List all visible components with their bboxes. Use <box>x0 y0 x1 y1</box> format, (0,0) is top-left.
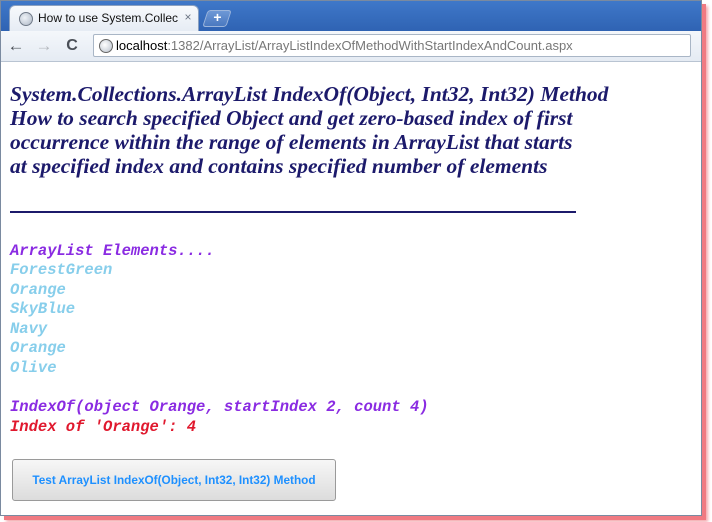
heading-divider <box>10 211 576 213</box>
plus-icon: + <box>213 9 222 25</box>
url-text: localhost:1382/ArrayList/ArrayListIndexO… <box>116 38 573 53</box>
list-item: Olive <box>10 358 57 377</box>
back-button[interactable]: ← <box>5 35 27 57</box>
heading-line: System.Collections.ArrayList IndexOf(Obj… <box>10 82 609 106</box>
browser-tab[interactable]: How to use System.Collecti × <box>9 5 199 31</box>
list-item: Orange <box>10 280 66 299</box>
address-bar[interactable]: localhost:1382/ArrayList/ArrayListIndexO… <box>93 34 691 57</box>
element-list: ForestGreen Orange SkyBlue Navy Orange O… <box>10 261 112 378</box>
tab-strip: How to use System.Collecti × + <box>1 1 701 31</box>
url-host: localhost <box>116 38 168 53</box>
new-tab-button[interactable]: + <box>202 9 232 27</box>
browser-window: How to use System.Collecti × + ← → C loc… <box>0 0 702 516</box>
heading-line: at specified index and contains specifie… <box>10 154 548 178</box>
forward-button[interactable]: → <box>33 35 55 57</box>
list-item: Orange <box>10 339 66 357</box>
page-content: System.Collections.ArrayList IndexOf(Obj… <box>1 62 701 515</box>
tab-title: How to use System.Collecti <box>38 11 178 25</box>
tab-close-icon[interactable]: × <box>182 10 194 24</box>
heading-line: How to search specified Object and get z… <box>10 106 573 130</box>
url-path: :1382/ArrayList/ArrayListIndexOfMethodWi… <box>167 38 573 53</box>
list-item: ForestGreen <box>10 261 113 279</box>
list-item: Navy <box>10 319 48 338</box>
page-icon <box>99 39 113 53</box>
list-title: ArrayList Elements.... <box>10 242 215 260</box>
query-text: IndexOf(object Orange, startIndex 2, cou… <box>10 398 429 416</box>
page-favicon-icon <box>19 12 33 26</box>
result-text: Index of 'Orange': 4 <box>10 418 197 436</box>
browser-toolbar: ← → C localhost:1382/ArrayList/ArrayList… <box>1 31 701 62</box>
test-indexof-button[interactable]: Test ArrayList IndexOf(Object, Int32, In… <box>12 459 336 501</box>
page-heading: System.Collections.ArrayList IndexOf(Obj… <box>10 82 690 178</box>
reload-button[interactable]: C <box>61 35 83 57</box>
heading-line: occurrence within the range of elements … <box>10 130 573 154</box>
list-item: SkyBlue <box>10 300 76 318</box>
